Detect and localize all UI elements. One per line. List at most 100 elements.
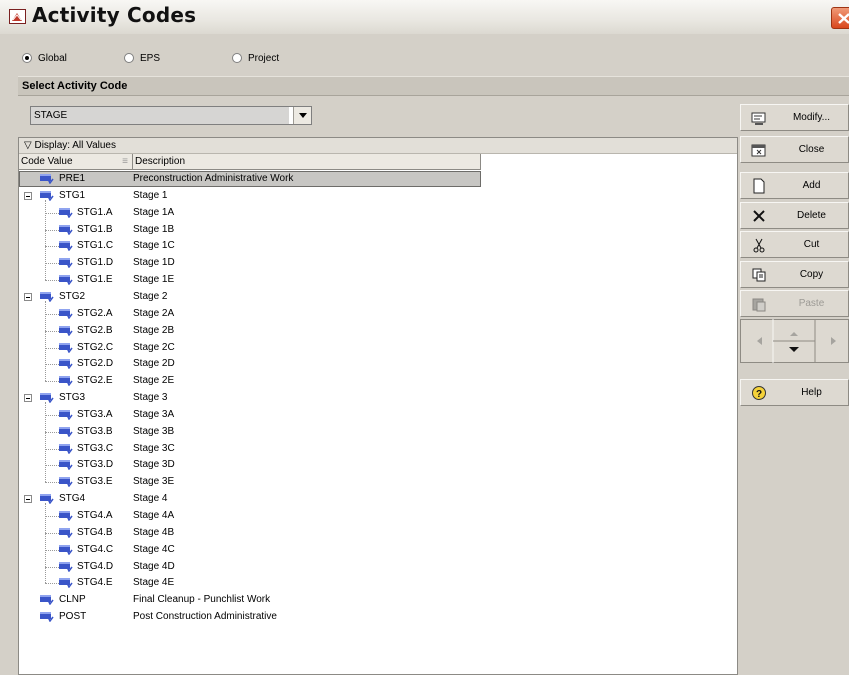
- code-description: Stage 2: [133, 290, 168, 302]
- table-row[interactable]: STG1.B Stage 1B: [19, 222, 737, 239]
- activity-code-icon: [59, 409, 73, 421]
- radio-label: Project: [248, 52, 280, 64]
- tree-connector: [45, 566, 59, 568]
- table-row[interactable]: STG2.C Stage 2C: [19, 340, 737, 357]
- table-row[interactable]: STG3 Stage 3: [19, 390, 737, 407]
- delete-button[interactable]: Delete: [740, 202, 849, 229]
- code-value: STG4.E: [77, 577, 113, 589]
- table-row[interactable]: STG2.E Stage 2E: [19, 373, 737, 390]
- table-row[interactable]: STG2.D Stage 2D: [19, 356, 737, 373]
- add-label: Add: [802, 180, 821, 191]
- window-close-button[interactable]: [831, 7, 849, 29]
- table-row[interactable]: STG1.C Stage 1C: [19, 238, 737, 255]
- table-row[interactable]: CLNP Final Cleanup - Punchlist Work: [19, 592, 737, 609]
- table-row[interactable]: STG2 Stage 2: [19, 289, 737, 306]
- code-value: STG4.B: [77, 526, 113, 538]
- table-row[interactable]: STG2.A Stage 2A: [19, 306, 737, 323]
- close-dialog-icon: [751, 144, 766, 157]
- code-description: Stage 4B: [133, 526, 175, 538]
- tree-connector: [45, 414, 59, 416]
- close-button[interactable]: Close: [740, 136, 849, 163]
- tree-connector: [45, 263, 59, 265]
- table-row[interactable]: STG1.E Stage 1E: [19, 272, 737, 289]
- radio-global[interactable]: Global: [22, 51, 67, 65]
- code-description: Post Construction Administrative: [133, 611, 277, 623]
- code-value: STG2.B: [77, 324, 113, 336]
- scissors-icon: [753, 238, 765, 253]
- move-arrows: [740, 319, 849, 363]
- table-row[interactable]: STG4.A Stage 4A: [19, 508, 737, 525]
- tree-connector: [45, 583, 59, 585]
- table-row[interactable]: STG3.A Stage 3A: [19, 407, 737, 424]
- activity-code-icon: [59, 376, 73, 387]
- section-title: Select Activity Code: [22, 80, 128, 92]
- code-value: STG3.D: [77, 459, 114, 471]
- code-description: Stage 2B: [133, 324, 175, 336]
- radio-eps[interactable]: EPS: [124, 51, 160, 65]
- code-value: STG4.D: [77, 560, 114, 572]
- table-row[interactable]: STG1.D Stage 1D: [19, 255, 737, 272]
- activity-code-icon: [59, 258, 73, 269]
- modify-button[interactable]: Modify...: [740, 104, 849, 131]
- table-row[interactable]: STG4.E Stage 4E: [19, 575, 737, 592]
- code-value: STG2.A: [77, 307, 113, 319]
- collapse-icon[interactable]: [24, 292, 32, 301]
- copy-button[interactable]: Copy: [740, 261, 849, 288]
- code-value: STG2: [59, 290, 86, 302]
- cut-button[interactable]: Cut: [740, 231, 849, 258]
- table-row[interactable]: STG3.E Stage 3E: [19, 474, 737, 491]
- tree-guide: [45, 402, 46, 483]
- window-title: Activity Codes: [32, 3, 197, 27]
- table-row[interactable]: POST Post Construction Administrative: [19, 609, 737, 626]
- column-header-description[interactable]: Description: [133, 154, 481, 170]
- activity-code-select[interactable]: STAGE: [30, 106, 312, 125]
- code-value: STG1: [59, 189, 86, 201]
- code-description: Stage 4A: [133, 510, 175, 521]
- table-row[interactable]: STG1 Stage 1: [19, 188, 737, 205]
- modify-icon: [751, 112, 766, 125]
- collapse-icon[interactable]: [24, 495, 32, 504]
- code-description: Stage 3A: [133, 408, 175, 420]
- table-row[interactable]: STG2.B Stage 2B: [19, 323, 737, 340]
- code-value: PRE1: [59, 173, 86, 184]
- table-row[interactable]: PRE1 Preconstruction Administrative Work: [19, 171, 737, 188]
- activity-code-icon: [40, 190, 54, 202]
- paste-label: Paste: [798, 298, 825, 309]
- code-value: STG1.B: [77, 223, 113, 235]
- add-button[interactable]: Add: [740, 172, 849, 199]
- radio-dot: [22, 53, 32, 63]
- table-row[interactable]: STG3.B Stage 3B: [19, 424, 737, 441]
- code-description: Stage 3D: [133, 459, 175, 471]
- table-row[interactable]: STG3.C Stage 3C: [19, 441, 737, 458]
- activity-code-icon: [59, 426, 73, 438]
- table-row[interactable]: STG1.A Stage 1A: [19, 205, 737, 222]
- copy-icon: [752, 268, 766, 282]
- radio-dot: [124, 53, 134, 63]
- activity-code-icon: [40, 174, 54, 185]
- chevron-down-icon: ▽: [24, 140, 35, 151]
- code-value: STG2.E: [77, 375, 113, 387]
- display-filter-bar[interactable]: ▽ Display: All Values: [19, 138, 737, 154]
- code-description: Stage 1E: [133, 274, 175, 286]
- table-row[interactable]: STG4.B Stage 4B: [19, 525, 737, 542]
- tree-connector: [45, 482, 59, 484]
- tree-connector: [45, 330, 59, 332]
- code-value: STG4: [59, 493, 86, 505]
- help-button[interactable]: ? Help: [740, 379, 849, 406]
- table-row[interactable]: STG4.C Stage 4C: [19, 542, 737, 559]
- table-row[interactable]: STG4.D Stage 4D: [19, 559, 737, 576]
- code-description: Stage 2A: [133, 307, 175, 319]
- collapse-icon[interactable]: [24, 191, 32, 200]
- table-row[interactable]: STG3.D Stage 3D: [19, 457, 737, 474]
- collapse-icon[interactable]: [24, 394, 32, 403]
- radio-project[interactable]: Project: [232, 51, 279, 65]
- chevron-down-icon[interactable]: [293, 107, 311, 124]
- paste-button[interactable]: Paste: [740, 290, 849, 317]
- column-header-code-value[interactable]: Code Value ≡: [19, 154, 133, 170]
- code-description: Stage 4E: [133, 577, 175, 589]
- tree-connector: [45, 246, 59, 248]
- code-description: Preconstruction Administrative Work: [133, 173, 294, 184]
- table-row[interactable]: STG4 Stage 4: [19, 491, 737, 508]
- code-value: STG3.C: [77, 442, 114, 454]
- activity-code-icon: [59, 207, 73, 219]
